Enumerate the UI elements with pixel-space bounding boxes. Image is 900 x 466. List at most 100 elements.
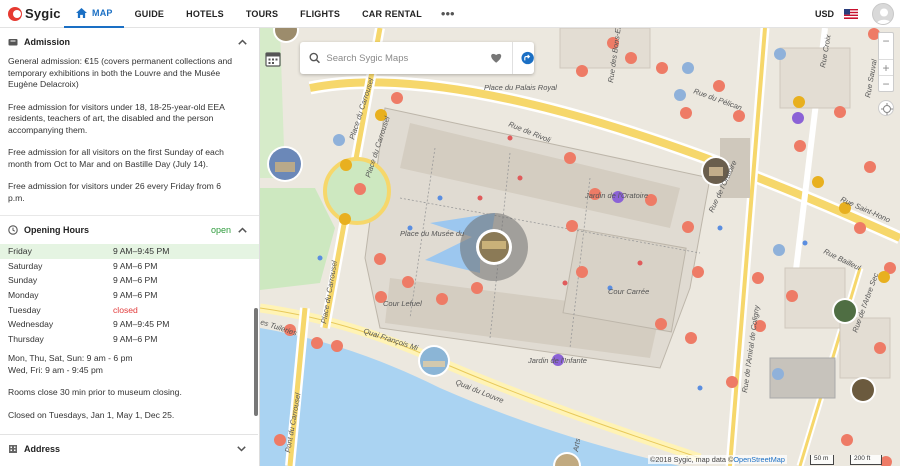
chevron-down-icon[interactable] bbox=[237, 446, 246, 452]
hours-note: Closed on Tuesdays, Jan 1, May 1, Dec 25… bbox=[8, 409, 175, 420]
map-label: Rue Sauval bbox=[863, 58, 879, 98]
hours-row: Saturday 9 AM–6 PM bbox=[0, 259, 259, 274]
place-detail-panel: Admission General admission: €15 (covers… bbox=[0, 28, 260, 466]
hours-time: 9 AM–9:45 PM bbox=[113, 319, 170, 330]
admission-title: Admission bbox=[24, 37, 71, 47]
nav-tab-guide[interactable]: GUIDE bbox=[124, 0, 176, 28]
hours-day: Thursday bbox=[8, 333, 44, 344]
building-icon bbox=[9, 445, 17, 453]
hours-table: Friday 9 AM–9:45 PM Saturday 9 AM–6 PM Sun… bbox=[0, 244, 259, 346]
zoom-gap bbox=[879, 49, 893, 59]
hours-row: Monday 9 AM–6 PM bbox=[0, 288, 259, 303]
hours-row: Wednesday 9 AM–9:45 PM bbox=[0, 317, 259, 332]
chevron-up-icon[interactable] bbox=[238, 39, 247, 45]
nav-tab-hotels[interactable]: HOTELS bbox=[175, 0, 235, 28]
panel-scrollbar[interactable] bbox=[254, 308, 258, 416]
park-area bbox=[260, 188, 335, 290]
hours-row: Thursday 9 AM–6 PM bbox=[0, 332, 259, 347]
header-right-tools: USD bbox=[815, 0, 894, 28]
admission-paragraph: Free admission for visitors under 18, 18… bbox=[8, 101, 225, 135]
map-label: Place du Palais Royal bbox=[484, 83, 557, 92]
hours-note: Rooms close 30 min prior to museum closi… bbox=[8, 387, 182, 398]
map-label: Cour Lefuel bbox=[383, 299, 422, 308]
louvre-photo-detail bbox=[482, 241, 506, 249]
nav-tab-car-rental[interactable]: CAR RENTAL bbox=[351, 0, 433, 28]
zoom-in-button[interactable]: + bbox=[879, 59, 893, 75]
hours-time: 9 AM–6 PM bbox=[113, 290, 158, 301]
brand-logo-link[interactable]: Sygic bbox=[0, 0, 64, 28]
map-view[interactable]: Place du Palais Royal Rue de Rivoli Plac… bbox=[260, 28, 900, 466]
address-title: Address bbox=[24, 444, 61, 454]
opening-hours-section-header[interactable]: Opening Hours open bbox=[0, 216, 259, 244]
nav-tab-tours[interactable]: TOURS bbox=[235, 0, 289, 28]
open-status-badge: open bbox=[210, 225, 231, 235]
cour-carree-building bbox=[562, 228, 687, 333]
map-search-input[interactable] bbox=[326, 52, 479, 64]
map-label: Place du Musée du bbox=[400, 229, 465, 238]
map-canvas[interactable]: Place du Palais Royal Rue de Rivoli Plac… bbox=[260, 28, 900, 466]
search-icon[interactable] bbox=[309, 52, 320, 64]
user-silhouette-icon bbox=[876, 8, 892, 24]
city-block bbox=[779, 47, 851, 109]
hours-time-closed: closed bbox=[113, 304, 138, 315]
map-attribution: ©2018 Sygic, map data ©OpenStreetMap bbox=[648, 455, 787, 464]
heart-icon[interactable] bbox=[490, 52, 502, 64]
map-label: Cour Carrée bbox=[608, 287, 649, 296]
search-divider bbox=[511, 42, 513, 74]
locate-me-icon[interactable] bbox=[878, 100, 894, 116]
admission-section-header[interactable]: Admission bbox=[0, 28, 259, 56]
nav-tab-map-label: MAP bbox=[92, 7, 113, 18]
clock-icon bbox=[8, 225, 18, 235]
scale-bar-metric: 50 m bbox=[810, 455, 834, 465]
map-label: Jardin de l'Infante bbox=[527, 356, 587, 365]
photo-marker[interactable] bbox=[850, 377, 876, 403]
hours-row: Sunday 9 AM–6 PM bbox=[0, 273, 259, 288]
admission-paragraph: Free admission for visitors under 26 eve… bbox=[8, 181, 222, 203]
nav-tab-flights[interactable]: FLIGHTS bbox=[289, 0, 351, 28]
calendar-icon[interactable] bbox=[264, 50, 282, 68]
city-block bbox=[559, 28, 651, 69]
hours-row-today: Friday 9 AM–9:45 PM bbox=[0, 244, 259, 259]
attribution-text: ©2018 Sygic, map data © bbox=[650, 455, 734, 464]
crosshair-icon bbox=[881, 103, 893, 115]
hours-time: 9 AM–6 PM bbox=[113, 260, 158, 271]
map-label: Jardin de l'Oratoire bbox=[584, 191, 648, 200]
chevron-up-icon[interactable] bbox=[238, 227, 247, 233]
photo-marker[interactable] bbox=[418, 345, 450, 377]
hours-time: 9 AM–9:45 PM bbox=[113, 246, 170, 257]
address-section-header[interactable]: Address bbox=[0, 435, 258, 463]
zoom-out-button[interactable]: − bbox=[879, 33, 893, 49]
hours-note: Mon, Thu, Sat, Sun: 9 am - 6 pm Wed, Fri… bbox=[8, 353, 133, 375]
us-flag-icon[interactable] bbox=[844, 9, 858, 19]
sygic-logo-icon bbox=[8, 6, 22, 21]
directions-icon[interactable] bbox=[521, 51, 534, 65]
hours-day: Sunday bbox=[8, 275, 38, 286]
opening-hours-title: Opening Hours bbox=[24, 225, 89, 235]
main-nav: MAP GUIDE HOTELS TOURS FLIGHTS CAR RENTA… bbox=[64, 0, 463, 28]
hours-time: 9 AM–6 PM bbox=[113, 333, 158, 344]
brand-name: Sygic bbox=[25, 6, 61, 21]
admission-paragraph: Free admission for all visitors on the f… bbox=[8, 147, 224, 169]
scale-bar-imperial: 200 ft bbox=[850, 455, 882, 465]
user-avatar[interactable] bbox=[872, 3, 894, 25]
top-navigation-bar: Sygic MAP GUIDE HOTELS TOURS FLIGHTS CAR… bbox=[0, 0, 900, 28]
rue-de-l-amiral-de-coligny-center bbox=[728, 28, 767, 466]
openstreetmap-link[interactable]: OpenStreetMap bbox=[733, 455, 785, 464]
hours-row: Tuesday closed bbox=[0, 302, 259, 317]
zoom-reset-button[interactable]: − bbox=[879, 75, 893, 91]
nav-tab-map[interactable]: MAP bbox=[64, 0, 124, 28]
hours-day: Friday bbox=[8, 246, 32, 257]
currency-selector[interactable]: USD bbox=[815, 9, 834, 19]
photo-marker[interactable] bbox=[267, 146, 303, 182]
map-search-box bbox=[300, 42, 534, 74]
more-menu-button[interactable]: ••• bbox=[433, 0, 463, 28]
hours-day: Monday bbox=[8, 290, 39, 301]
hours-day: Wednesday bbox=[8, 319, 54, 330]
zoom-control: − + − bbox=[878, 32, 894, 92]
admission-paragraph: General admission: €15 (covers permanent… bbox=[8, 56, 233, 89]
hours-day: Saturday bbox=[8, 260, 43, 271]
hours-time: 9 AM–6 PM bbox=[113, 275, 158, 286]
hours-day: Tuesday bbox=[8, 304, 41, 315]
ticket-icon bbox=[8, 39, 18, 46]
address-section: Address bbox=[0, 434, 258, 463]
